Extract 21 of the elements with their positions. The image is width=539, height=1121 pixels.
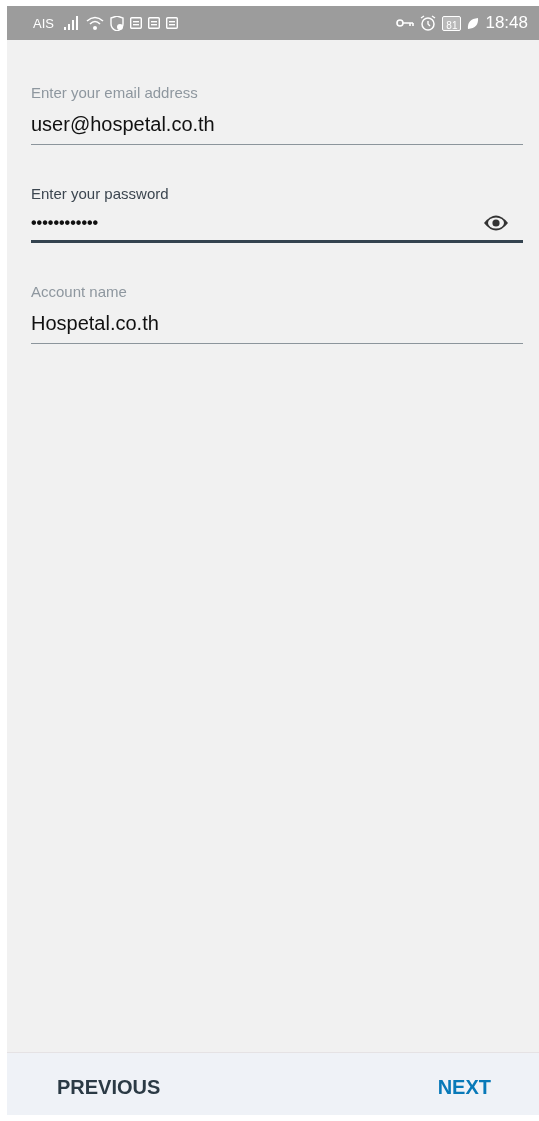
field-label: Enter your email address: [31, 84, 199, 101]
leaf-icon: [467, 16, 480, 30]
notification-icon: [165, 17, 178, 29]
key-icon: [396, 18, 415, 28]
next-button[interactable]: NEXT: [427, 1067, 501, 1107]
input-field[interactable]: user@hospetal.co.th: [31, 101, 523, 145]
clock-time: 18:48: [485, 13, 528, 33]
signal-icon: [63, 16, 80, 30]
input-field[interactable]: Hospetal.co.th: [31, 300, 523, 344]
carrier-label: AIS: [33, 15, 54, 31]
battery-icon: 81: [442, 15, 462, 31]
show-password-icon[interactable]: [483, 214, 509, 232]
alarm-icon: [420, 15, 437, 31]
password-field[interactable]: ••••••••••••: [31, 202, 523, 243]
previous-button[interactable]: PREVIOUS: [47, 1067, 171, 1107]
wifi-icon: [85, 16, 104, 30]
field-label: Account name: [31, 283, 128, 300]
field-label: Enter your password: [31, 185, 170, 202]
notification-icon: [147, 17, 160, 29]
shield-icon: [109, 15, 124, 31]
notification-icon: [129, 17, 142, 29]
